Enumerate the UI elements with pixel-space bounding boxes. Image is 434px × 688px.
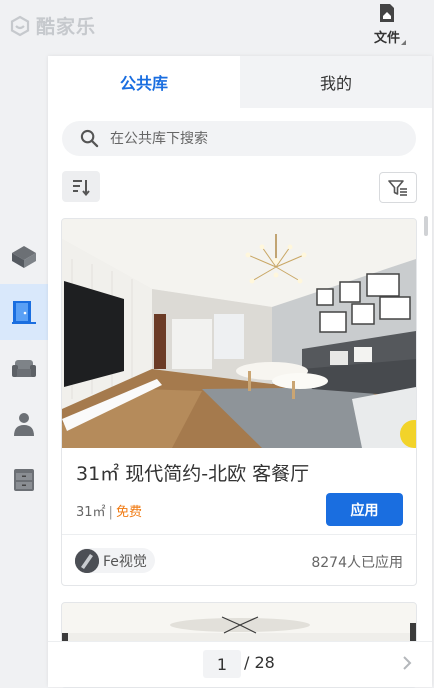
library-tabs: 公共库 我的 (48, 56, 432, 108)
brand-logo: 酷家乐 (9, 12, 96, 39)
scrollbar-thumb[interactable] (424, 216, 428, 236)
person-icon (14, 413, 34, 436)
search-input[interactable] (108, 129, 392, 148)
design-meta: 31㎡ | 免费 (76, 501, 142, 520)
pagination: / 28 (48, 641, 432, 687)
door-icon (12, 301, 36, 324)
design-area: 31㎡ (76, 505, 106, 520)
page-total: / 28 (244, 653, 275, 672)
apply-button[interactable]: 应用 (326, 493, 403, 526)
left-toolbar-item-model[interactable] (0, 228, 48, 284)
meta-separator: | (108, 505, 113, 520)
chevron-right-icon[interactable] (400, 652, 414, 674)
search-box (62, 121, 416, 156)
design-price: 免费 (115, 505, 142, 520)
card-divider (62, 534, 416, 535)
brand-name: 酷家乐 (36, 16, 97, 38)
left-toolbar-item-furniture[interactable] (0, 340, 48, 396)
filter-button[interactable] (379, 172, 417, 203)
sofa-icon (12, 360, 36, 377)
file-menu-button[interactable]: 文件 (366, 3, 408, 49)
avatar-image (75, 548, 99, 573)
top-bar: 酷家乐 文件 (0, 0, 434, 50)
filter-icon (388, 179, 407, 196)
library-panel: 公共库 我的 在公共库下搜索 31㎡ 现代简约-北欧 客餐厅 31㎡ | 免费 … (48, 56, 432, 688)
sort-button[interactable] (62, 171, 100, 202)
avatar (75, 548, 99, 573)
design-title[interactable]: 31㎡ 现代简约-北欧 客餐厅 (76, 459, 309, 486)
file-icon (380, 4, 394, 22)
design-card[interactable]: 31㎡ 现代简约-北欧 客餐厅 31㎡ | 免费 应用 Fe视觉 8274人已应用 (61, 218, 417, 586)
page-number-input[interactable] (203, 650, 241, 678)
logo-icon (10, 15, 30, 36)
author-name: Fe视觉 (103, 553, 147, 570)
tab-public-library[interactable]: 公共库 (48, 56, 240, 108)
left-toolbar-item-cabinet[interactable] (0, 452, 48, 508)
cabinet-icon (14, 469, 34, 491)
author-chip[interactable]: Fe视觉 (75, 548, 155, 573)
dropdown-corner-icon (401, 40, 406, 45)
cube-icon (12, 246, 36, 268)
usage-count: 8274人已应用 (311, 555, 403, 571)
sort-icon (73, 179, 90, 196)
left-toolbar (0, 228, 48, 508)
left-toolbar-item-door[interactable] (0, 284, 48, 340)
search-icon (80, 129, 99, 148)
design-thumbnail[interactable] (62, 219, 416, 448)
left-toolbar-item-person[interactable] (0, 396, 48, 452)
tab-mine[interactable]: 我的 (240, 56, 432, 108)
